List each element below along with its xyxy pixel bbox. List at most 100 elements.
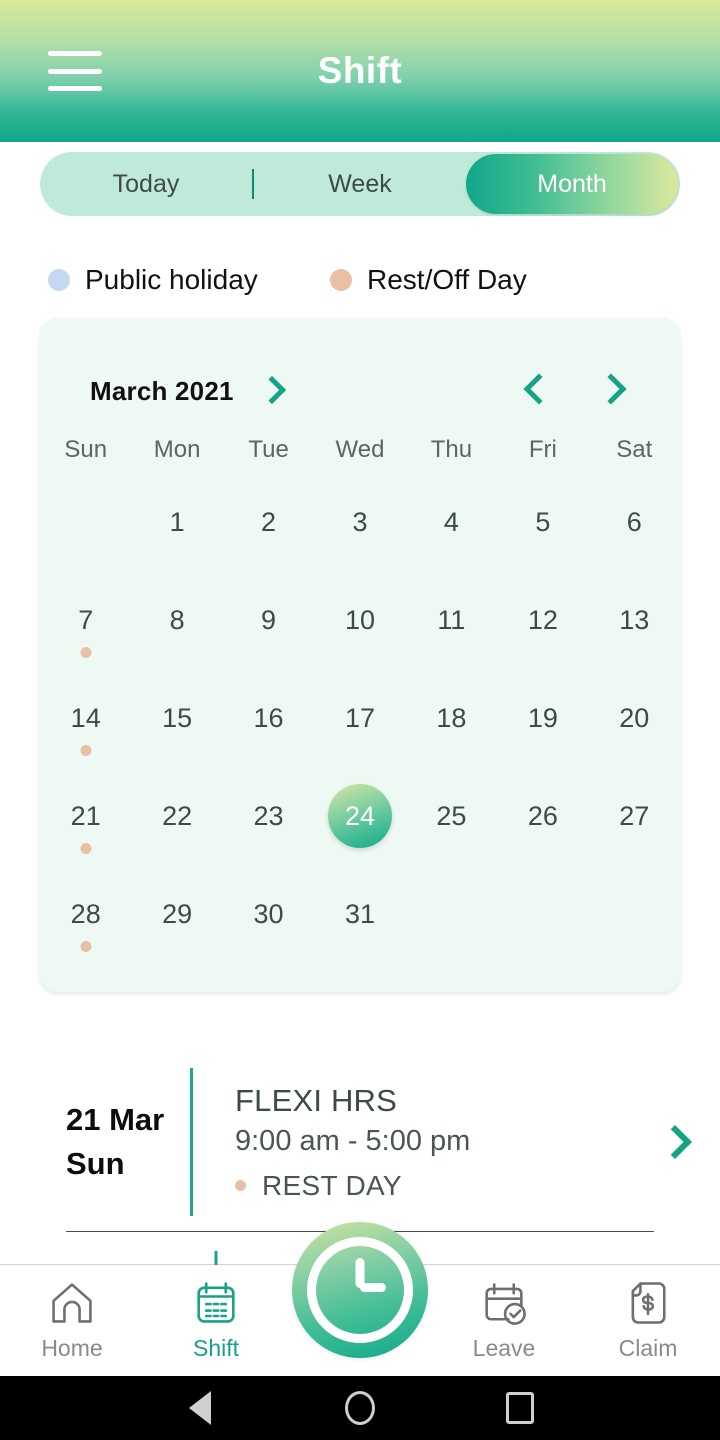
shift-detail-date: 21 Mar Sun xyxy=(0,1098,190,1186)
calendar-grid: 1 2 3 4 5 6 7 8 9 10 11 12 13 14 15 16 17 18 19 20 21 22 23 24 2… xyxy=(40,488,680,978)
android-system-nav-bar xyxy=(0,1376,720,1440)
calendar-day-number: 30 xyxy=(253,898,284,929)
calendar-day-cell[interactable]: 27 xyxy=(589,782,680,880)
calendar-day-cell[interactable]: 15 xyxy=(131,684,222,782)
tab-month[interactable]: Month xyxy=(466,154,678,214)
day-of-week-label: Sun xyxy=(64,436,108,463)
calendar-empty-cell xyxy=(40,488,131,586)
calendar-day-number: 29 xyxy=(162,898,193,929)
calendar-day-cell[interactable]: 22 xyxy=(131,782,222,880)
day-of-week-label: Tue xyxy=(248,436,289,463)
hamburger-bar xyxy=(48,86,102,91)
calendar-day-cell[interactable]: 2 xyxy=(223,488,314,586)
calendar-day-cell[interactable]: 5 xyxy=(497,488,588,586)
legend-label: Public holiday xyxy=(85,264,258,295)
chevron-right-icon xyxy=(595,373,627,405)
next-month-button[interactable] xyxy=(595,373,627,405)
shift-detail-body: FLEXI HRS 9:00 am - 5:00 pm REST DAY xyxy=(193,1083,630,1202)
calendar-day-number: 23 xyxy=(253,800,284,831)
calendar-day-cell[interactable]: 6 xyxy=(589,488,680,586)
day-of-week-label: Wed xyxy=(335,436,385,463)
android-recents-button[interactable] xyxy=(440,1392,600,1424)
chevron-right-icon[interactable] xyxy=(257,375,287,405)
calendar-day-number: 3 xyxy=(352,506,368,537)
legend-item-rest-off-day: Rest/Off Day xyxy=(330,264,527,296)
calendar-day-number: 2 xyxy=(261,506,277,537)
calendar-day-cell[interactable]: 8 xyxy=(131,586,222,684)
calendar-day-cell[interactable]: 20 xyxy=(589,684,680,782)
clock-icon xyxy=(307,1237,413,1343)
day-of-week-label: Thu xyxy=(430,436,473,463)
calendar-day-cell[interactable]: 30 xyxy=(223,880,314,978)
calendar-day-cell[interactable]: 19 xyxy=(497,684,588,782)
calendar-day-cell[interactable]: 28 xyxy=(40,880,131,978)
nav-item-claim[interactable]: Claim xyxy=(576,1265,720,1376)
tag-dot-icon xyxy=(235,1180,246,1191)
tab-week[interactable]: Week xyxy=(254,152,466,216)
calendar-day-number: 19 xyxy=(527,702,558,733)
calendar-day-cell[interactable]: 23 xyxy=(223,782,314,880)
clock-in-fab-button[interactable] xyxy=(292,1222,428,1358)
legend: Public holiday Rest/Off Day xyxy=(48,258,688,302)
calendar-day-cell[interactable]: 3 xyxy=(314,488,405,586)
calendar-day-number: 25 xyxy=(436,800,467,831)
calendar-day-cell[interactable]: 16 xyxy=(223,684,314,782)
nav-item-shift[interactable]: Shift xyxy=(144,1251,288,1376)
shift-detail-date-line1: 21 Mar xyxy=(66,1101,165,1137)
day-of-week-label: Mon xyxy=(153,436,201,463)
calendar-card: March 2021 Sun Mon Tue Wed Thu Fri Sat 1234567… xyxy=(40,318,680,992)
calendar-day-number: 4 xyxy=(443,506,459,537)
calendar-day-cell[interactable]: 24 xyxy=(314,782,405,880)
android-back-button[interactable] xyxy=(120,1391,280,1425)
calendar-day-cell[interactable]: 26 xyxy=(497,782,588,880)
calendar-day-cell[interactable]: 1 xyxy=(131,488,222,586)
calendar-day-cell[interactable]: 31 xyxy=(314,880,405,978)
calendar-month-label[interactable]: March 2021 xyxy=(90,376,234,407)
calendar-day-cell[interactable]: 13 xyxy=(589,586,680,684)
nav-label: Claim xyxy=(618,1335,678,1361)
nav-item-home[interactable]: Home xyxy=(0,1265,144,1376)
prev-month-button[interactable] xyxy=(523,373,555,405)
calendar-day-number: 7 xyxy=(78,604,94,635)
calendar-day-cell[interactable]: 21 xyxy=(40,782,131,880)
calendar-day-cell[interactable]: 11 xyxy=(406,586,497,684)
calendar-day-number: 26 xyxy=(527,800,558,831)
home-circle-icon xyxy=(345,1391,375,1425)
calendar-day-cell[interactable]: 14 xyxy=(40,684,131,782)
document-dollar-icon xyxy=(631,1282,666,1324)
hamburger-menu-icon[interactable] xyxy=(48,51,102,91)
calendar-day-marker-dot xyxy=(80,941,92,952)
shift-detail-row[interactable]: 21 Mar Sun FLEXI HRS 9:00 am - 5:00 pm R… xyxy=(0,1052,720,1232)
calendar-day-number: 11 xyxy=(437,604,466,635)
calendar-day-cell[interactable]: 9 xyxy=(223,586,314,684)
calendar-day-number: 5 xyxy=(535,506,551,537)
day-of-week-label: Sat xyxy=(616,436,653,463)
back-triangle-icon xyxy=(189,1391,211,1425)
nav-item-leave[interactable]: Leave xyxy=(432,1265,576,1376)
calendar-empty-cell xyxy=(589,880,680,978)
calendar-day-number xyxy=(54,490,118,554)
calendar-day-cell[interactable]: 4 xyxy=(406,488,497,586)
shift-detail-open-button[interactable] xyxy=(630,1125,720,1159)
shift-time: 9:00 am - 5:00 pm xyxy=(235,1124,471,1157)
nav-label: Leave xyxy=(472,1335,536,1361)
legend-dot-icon xyxy=(48,269,70,291)
calendar-day-cell[interactable]: 12 xyxy=(497,586,588,684)
calendar-day-number: 17 xyxy=(344,702,375,733)
tab-today[interactable]: Today xyxy=(40,152,252,216)
clock-hand-hour xyxy=(360,1283,386,1292)
calendar-check-icon xyxy=(485,1283,526,1325)
calendar-day-cell[interactable]: 18 xyxy=(406,684,497,782)
calendar-day-cell[interactable]: 29 xyxy=(131,880,222,978)
calendar-day-number: 28 xyxy=(70,898,101,929)
nav-label: Home xyxy=(41,1335,103,1361)
calendar-day-number xyxy=(602,882,666,946)
calendar-day-cell[interactable]: 25 xyxy=(406,782,497,880)
calendar-day-cell[interactable]: 17 xyxy=(314,684,405,782)
legend-dot-icon xyxy=(330,269,352,291)
calendar-day-cell[interactable]: 10 xyxy=(314,586,405,684)
app-header: Shift xyxy=(0,0,720,142)
calendar-day-cell[interactable]: 7 xyxy=(40,586,131,684)
shift-name: FLEXI HRS xyxy=(235,1082,398,1118)
android-home-button[interactable] xyxy=(280,1391,440,1425)
